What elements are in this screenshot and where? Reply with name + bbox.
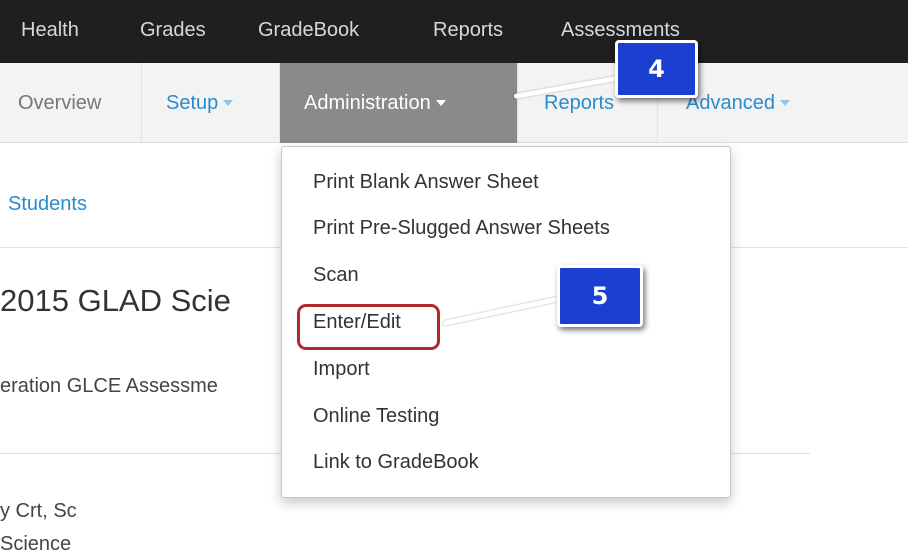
top-nav-assessments[interactable]: Assessments bbox=[561, 19, 680, 42]
tab-advanced-label: Advanced bbox=[686, 92, 775, 114]
tab-overview-label: Overview bbox=[18, 92, 102, 114]
step-5-badge: 5 bbox=[557, 265, 643, 327]
menu-item-print-pre-slugged-answer-sheets[interactable]: Print Pre-Slugged Answer Sheets bbox=[313, 217, 610, 240]
page-title: 2015 GLAD Scie bbox=[0, 283, 231, 318]
top-nav-reports[interactable]: Reports bbox=[433, 19, 503, 42]
top-nav-gradebook[interactable]: GradeBook bbox=[258, 19, 359, 42]
menu-item-import[interactable]: Import bbox=[313, 358, 370, 381]
tab-reports-label: Reports bbox=[544, 92, 615, 114]
tab-setup-label: Setup bbox=[166, 92, 219, 114]
menu-item-link-to-gradebook[interactable]: Link to GradeBook bbox=[313, 451, 479, 474]
chevron-down-icon bbox=[435, 99, 446, 106]
menu-item-scan[interactable]: Scan bbox=[313, 264, 359, 287]
tab-setup[interactable]: Setup bbox=[142, 63, 280, 143]
menu-item-online-testing[interactable]: Online Testing bbox=[313, 405, 439, 428]
tab-overview[interactable]: Overview bbox=[0, 63, 142, 143]
students-link[interactable]: Students bbox=[8, 193, 87, 216]
page-subtitle: eration GLCE Assessme bbox=[0, 375, 218, 397]
top-nav: Health Grades GradeBook Reports Assessme… bbox=[0, 0, 908, 63]
step-4-badge: 4 bbox=[615, 40, 698, 98]
chevron-down-icon bbox=[223, 99, 234, 106]
menu-item-print-blank-answer-sheet[interactable]: Print Blank Answer Sheet bbox=[313, 171, 539, 194]
top-nav-grades[interactable]: Grades bbox=[140, 19, 206, 42]
tab-administration[interactable]: Administration bbox=[280, 63, 518, 143]
enter-edit-highlight bbox=[297, 304, 440, 350]
detail-line: Science bbox=[0, 533, 72, 555]
chevron-down-icon bbox=[779, 99, 790, 106]
top-nav-health[interactable]: Health bbox=[21, 19, 79, 42]
detail-line: y Crt, Sc bbox=[0, 500, 77, 522]
sub-nav: Overview Setup Administration Reports Ad… bbox=[0, 63, 908, 143]
tab-administration-label: Administration bbox=[304, 92, 431, 114]
